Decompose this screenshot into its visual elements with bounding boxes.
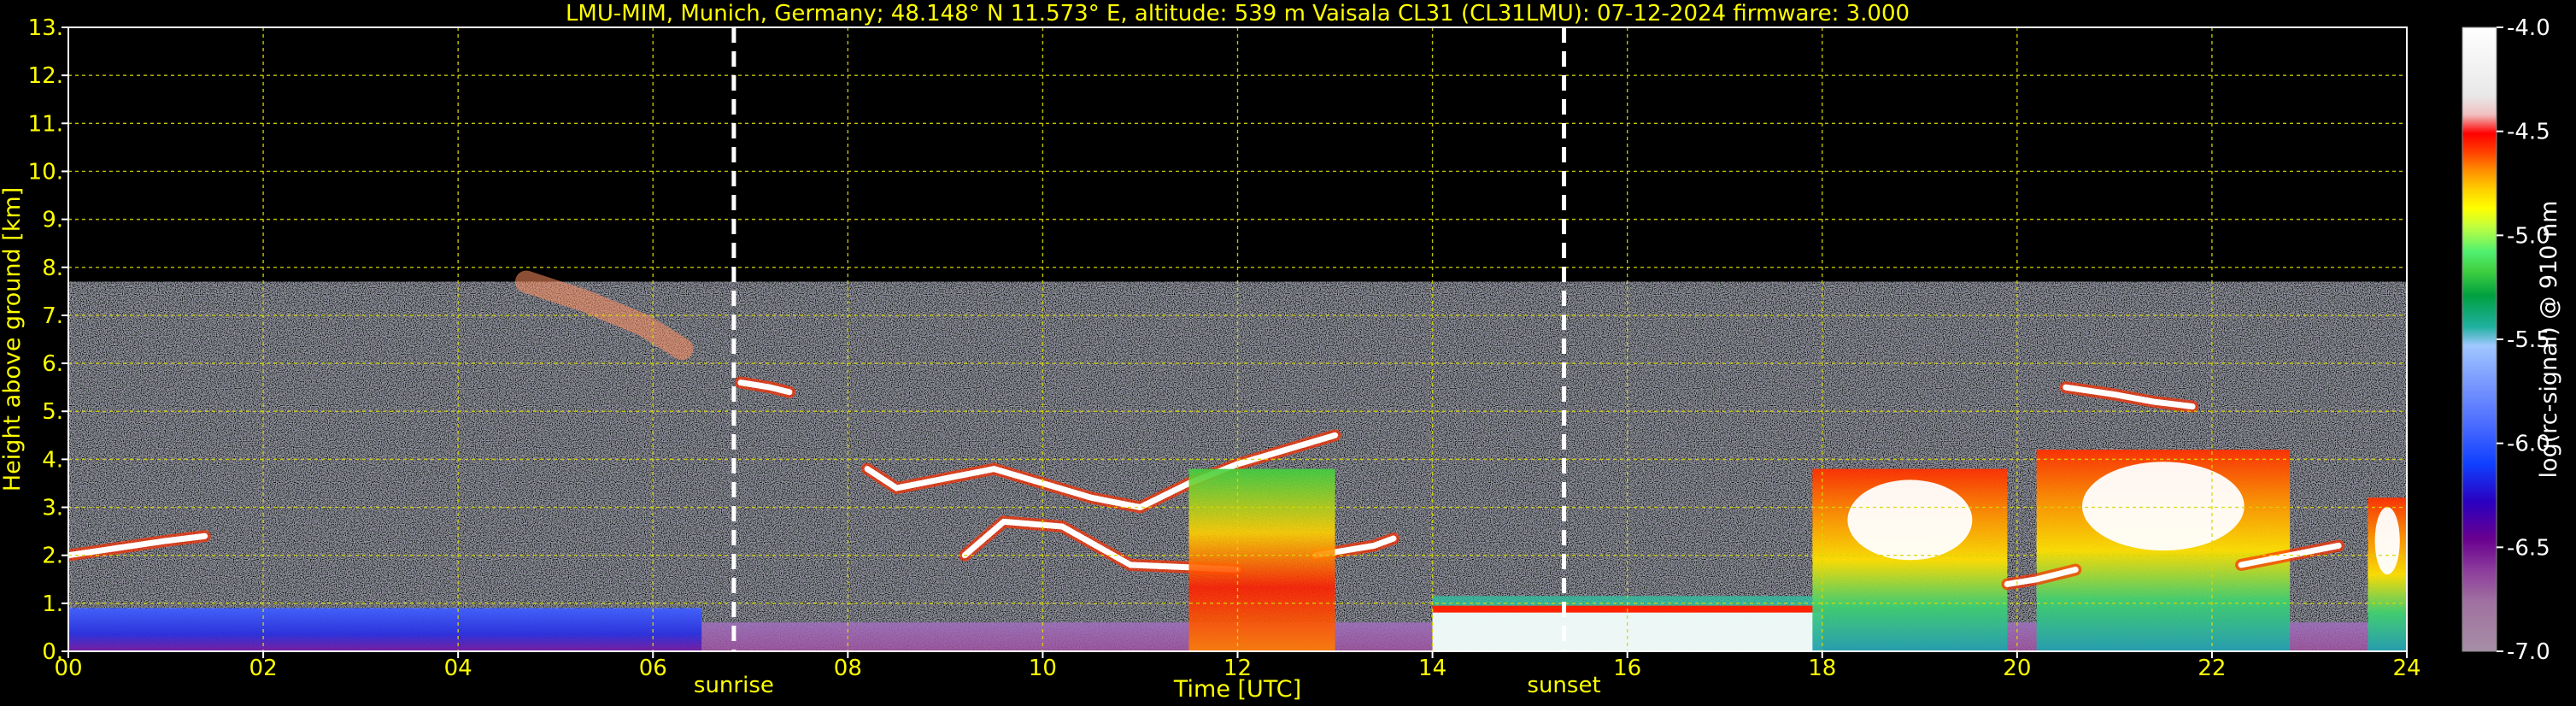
y-tick-label: 2. bbox=[42, 544, 63, 569]
y-tick-label: 8. bbox=[42, 256, 63, 281]
chart-title: LMU-MIM, Munich, Germany; 48.148° N 11.5… bbox=[566, 1, 1910, 26]
feature-dense-8-core bbox=[1847, 479, 1973, 561]
ceilometer-figure: LMU-MIM, Munich, Germany; 48.148° N 11.5… bbox=[0, 1, 2562, 703]
colorbar-tick-label: -4.0 bbox=[2507, 15, 2550, 41]
y-tick-label: 7. bbox=[42, 303, 63, 329]
feature-surface-aerosol-morning bbox=[68, 608, 702, 651]
colorbar: -4.0-4.5-5.0-5.5-6.0-6.5-7.0 log(rc-sign… bbox=[2462, 15, 2562, 665]
y-tick-label: 10. bbox=[28, 159, 63, 185]
x-tick-label: 22 bbox=[2198, 656, 2226, 681]
x-tick-label: 06 bbox=[639, 656, 667, 681]
feature-dense-9-core bbox=[2082, 462, 2244, 551]
marker-label-sunset: sunset bbox=[1527, 673, 1600, 698]
x-tick-label: 24 bbox=[2392, 656, 2421, 681]
y-tick-label: 12. bbox=[28, 63, 63, 89]
x-tick-label: 04 bbox=[444, 656, 472, 681]
y-tick-label: 3. bbox=[42, 496, 63, 521]
y-tick-label: 9. bbox=[42, 208, 63, 233]
marker-label-sunrise: sunrise bbox=[694, 673, 774, 698]
x-tick-label: 14 bbox=[1418, 656, 1446, 681]
x-tick-label: 16 bbox=[1613, 656, 1641, 681]
x-tick-label: 02 bbox=[249, 656, 278, 681]
x-axis-label: Time [UTC] bbox=[1173, 676, 1301, 703]
feature-dense-13-core bbox=[2374, 507, 2400, 575]
y-axis-label: Height above ground [km] bbox=[0, 187, 26, 491]
y-tick-label: 4. bbox=[42, 447, 63, 473]
x-tick-label: 20 bbox=[2003, 656, 2031, 681]
plot-area bbox=[68, 27, 2407, 651]
y-tick-label: 11. bbox=[28, 111, 63, 137]
x-tick-label: 08 bbox=[834, 656, 862, 681]
y-tick-label: 0. bbox=[42, 639, 63, 665]
y-tick-label: 5. bbox=[42, 399, 63, 425]
x-tick-label: 18 bbox=[1808, 656, 1836, 681]
colorbar-tick-label: -7.0 bbox=[2507, 639, 2550, 665]
x-tick-label: 10 bbox=[1029, 656, 1057, 681]
y-tick-label: 13. bbox=[28, 15, 63, 41]
colorbar-gradient bbox=[2462, 26, 2497, 652]
colorbar-tick-label: -6.5 bbox=[2507, 535, 2550, 561]
y-tick-label: 6. bbox=[42, 351, 63, 377]
feature-convective bbox=[1188, 468, 1335, 651]
colorbar-tick-label: -4.5 bbox=[2507, 120, 2550, 145]
y-tick-label: 1. bbox=[42, 591, 63, 617]
colorbar-label: log(rc-signal) @ 910 nm bbox=[2536, 201, 2562, 479]
